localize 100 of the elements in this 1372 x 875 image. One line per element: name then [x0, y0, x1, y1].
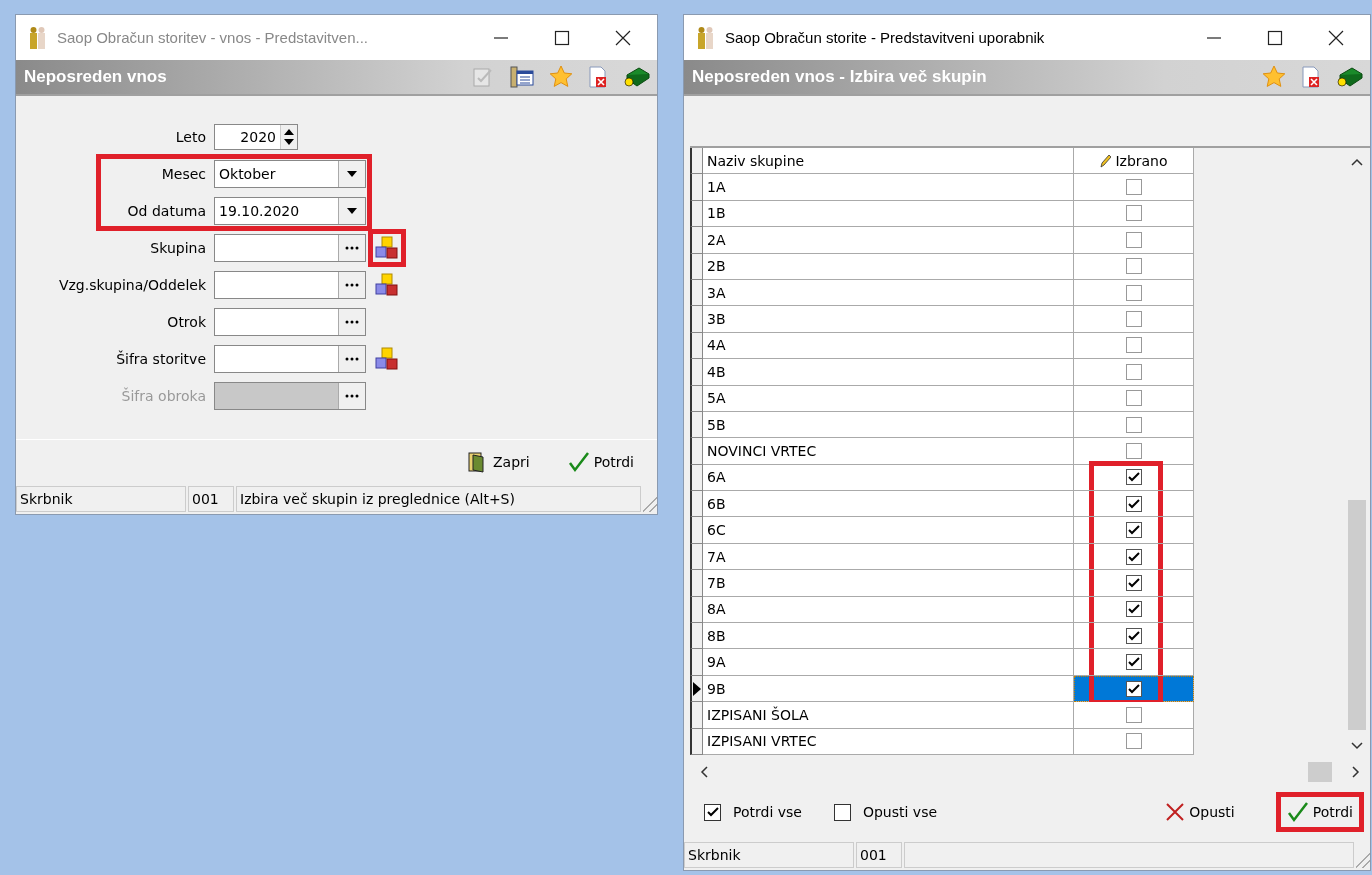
row-indicator[interactable] [690, 570, 703, 597]
checkbox[interactable] [1125, 574, 1142, 591]
ellipsis-icon[interactable] [345, 357, 359, 361]
checkbox-cell[interactable] [1074, 596, 1194, 624]
checkbox-cell[interactable] [1074, 464, 1194, 492]
checkbox-cell[interactable] [1074, 517, 1194, 544]
maximize-icon[interactable] [1267, 29, 1283, 46]
row-indicator[interactable] [690, 491, 703, 518]
checkbox[interactable] [1125, 522, 1142, 539]
checkbox[interactable] [1125, 680, 1142, 697]
checkbox-cell[interactable] [1074, 675, 1194, 703]
row-indicator[interactable] [690, 649, 703, 676]
document-close-icon[interactable] [1300, 65, 1322, 89]
checkbox[interactable] [1125, 548, 1142, 565]
close-icon[interactable] [615, 29, 631, 46]
row-indicator[interactable] [690, 385, 703, 412]
checkbox-cell[interactable] [1074, 359, 1194, 386]
checkbox[interactable] [1125, 390, 1142, 407]
dropdown-arrow-icon[interactable] [346, 207, 358, 215]
lookup-field[interactable] [214, 271, 366, 299]
checkbox-cell[interactable] [1074, 279, 1194, 307]
checkbox-option[interactable]: Opusti vse [833, 803, 938, 821]
scroll-down-icon[interactable] [1351, 742, 1363, 750]
checkbox-cell[interactable] [1074, 543, 1194, 571]
checkbox[interactable] [1125, 733, 1142, 750]
maximize-icon[interactable] [554, 29, 570, 46]
checkbox-cell[interactable] [1074, 227, 1194, 254]
row-indicator[interactable] [690, 200, 703, 228]
checkbox[interactable] [1125, 443, 1142, 459]
checkbox-cell[interactable] [1074, 332, 1194, 360]
checkbox-cell[interactable] [1074, 623, 1194, 650]
lookup-field[interactable] [214, 345, 366, 373]
row-indicator[interactable] [690, 411, 703, 439]
dialog-button[interactable]: Potrdi [1275, 792, 1364, 832]
checkbox-cell[interactable] [1074, 253, 1194, 280]
row-indicator[interactable] [690, 306, 703, 333]
checkbox-cell[interactable] [1074, 570, 1194, 597]
window-list-icon[interactable] [509, 65, 535, 89]
row-indicator[interactable] [690, 517, 703, 544]
checkbox[interactable] [1125, 179, 1142, 196]
checkbox[interactable] [1125, 601, 1142, 618]
checkbox-cell[interactable] [1074, 411, 1194, 439]
checkbox[interactable] [704, 803, 721, 821]
checkbox-cell[interactable] [1074, 649, 1194, 676]
help-book-icon[interactable] [623, 65, 651, 89]
column-header[interactable]: Izbrano [1074, 148, 1194, 175]
close-icon[interactable] [1328, 29, 1344, 46]
row-indicator[interactable] [690, 596, 703, 624]
checkbox[interactable] [1125, 363, 1142, 380]
cubes-icon[interactable] [374, 235, 400, 261]
year-spinner[interactable]: 2020 [214, 124, 298, 150]
dialog-button[interactable]: Potrdi [558, 444, 643, 480]
checkbox[interactable] [1125, 337, 1142, 354]
checkbox-cell[interactable] [1074, 491, 1194, 518]
lookup-field[interactable] [214, 234, 366, 262]
scrollbar-thumb[interactable] [1348, 500, 1366, 730]
scroll-up-icon[interactable] [1351, 158, 1363, 166]
ellipsis-icon[interactable] [345, 320, 359, 324]
dropdown-field[interactable]: Oktober [214, 160, 366, 188]
star-icon[interactable] [549, 65, 573, 89]
cubes-icon[interactable] [374, 272, 400, 298]
help-book-icon[interactable] [1336, 65, 1364, 89]
lookup-field[interactable] [214, 308, 366, 336]
ellipsis-icon[interactable] [345, 246, 359, 250]
checkbox-cell[interactable] [1074, 200, 1194, 228]
row-indicator[interactable] [690, 675, 703, 703]
checkbox[interactable] [1125, 311, 1142, 328]
checkbox[interactable] [1125, 654, 1142, 671]
checkbox-cell[interactable] [1074, 728, 1194, 755]
checkbox-cell[interactable] [1074, 174, 1194, 201]
spin-arrows-icon[interactable] [282, 127, 296, 147]
row-indicator[interactable] [690, 174, 703, 201]
row-indicator[interactable] [690, 279, 703, 307]
cubes-icon[interactable] [374, 346, 400, 372]
checkbox[interactable] [833, 803, 851, 821]
checkbox[interactable] [1125, 495, 1142, 512]
checkbox[interactable] [1125, 706, 1142, 723]
checkbox[interactable] [1125, 231, 1142, 248]
column-header[interactable]: Naziv skupine [703, 148, 1074, 175]
star-icon[interactable] [1262, 65, 1286, 89]
dialog-button[interactable]: Opusti [1156, 795, 1244, 829]
row-indicator[interactable] [690, 227, 703, 254]
ellipsis-icon[interactable] [345, 283, 359, 287]
document-close-icon[interactable] [587, 65, 609, 89]
checkbox-cell[interactable] [1074, 385, 1194, 412]
checkbox-option[interactable]: Potrdi vse [704, 803, 802, 821]
dialog-button[interactable]: Zapri [456, 443, 539, 481]
row-indicator[interactable] [690, 702, 703, 729]
row-indicator[interactable] [690, 438, 703, 465]
checkbox-cell[interactable] [1074, 702, 1194, 729]
checkbox[interactable] [1125, 284, 1142, 301]
row-indicator[interactable] [690, 728, 703, 755]
checkbox[interactable] [1125, 416, 1142, 433]
row-indicator[interactable] [690, 332, 703, 360]
row-indicator[interactable] [690, 623, 703, 650]
row-indicator[interactable] [690, 253, 703, 280]
row-indicator[interactable] [690, 464, 703, 492]
scroll-right-icon[interactable] [1352, 766, 1360, 778]
checkbox[interactable] [1125, 627, 1142, 644]
checkbox-cell[interactable] [1074, 306, 1194, 333]
